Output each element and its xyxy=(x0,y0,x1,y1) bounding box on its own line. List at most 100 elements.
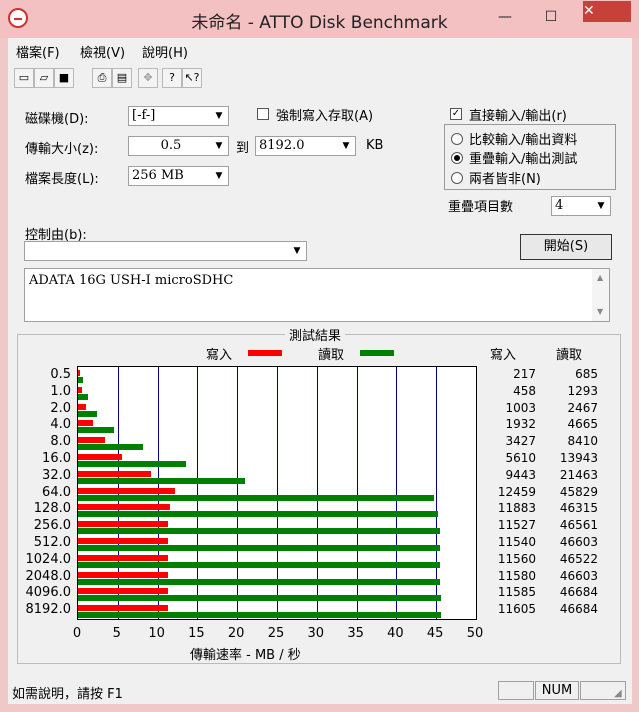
x-axis-label: 傳輸速率 - MB / 秒 xyxy=(190,648,301,663)
chevron-down-icon: ▼ xyxy=(215,141,223,151)
read-bar xyxy=(78,427,115,434)
transfer-to-select[interactable]: 8192.0 ▼ xyxy=(255,136,356,156)
x-tick-label: 25 xyxy=(267,626,285,641)
x-tick-label: 45 xyxy=(426,626,444,641)
x-tick-label: 35 xyxy=(347,626,364,641)
write-value: 11580 xyxy=(497,568,536,583)
transfer-size-label: 傳輸大小(z): xyxy=(25,142,99,157)
context-help-icon[interactable]: ↖? xyxy=(182,68,202,88)
start-button[interactable]: 開始(S) xyxy=(520,234,612,260)
y-tick-label: 16.0 xyxy=(42,451,71,466)
read-value: 46684 xyxy=(559,602,598,617)
x-tick-label: 30 xyxy=(307,626,325,641)
read-value: 8410 xyxy=(567,434,598,449)
read-bar xyxy=(78,494,435,501)
write-value: 217 xyxy=(513,367,536,381)
read-bar xyxy=(78,377,84,383)
read-bar xyxy=(78,444,144,451)
file-length-value: 256 MB xyxy=(132,168,184,183)
y-tick-label: 8.0 xyxy=(50,434,71,450)
write-bar xyxy=(78,554,168,561)
close-button[interactable]: ✕ xyxy=(583,1,631,22)
read-value: 2467 xyxy=(567,400,598,415)
write-bar xyxy=(78,370,80,376)
read-bar xyxy=(78,410,98,417)
read-value: 45829 xyxy=(559,484,598,499)
write-bar xyxy=(78,588,169,595)
unit-label: KB xyxy=(366,138,384,153)
y-tick-label: 512.0 xyxy=(33,535,71,550)
read-bar xyxy=(78,477,245,484)
write-value: 12459 xyxy=(497,484,536,499)
read-bar xyxy=(78,578,441,585)
write-bar xyxy=(78,538,168,544)
read-bar xyxy=(78,595,441,602)
menu-help[interactable]: 說明(H) xyxy=(142,42,188,61)
menu-file[interactable]: 檔案(F) xyxy=(16,42,60,61)
read-value: 13943 xyxy=(559,451,598,465)
y-tick-label: 32.0 xyxy=(42,467,71,483)
resize-grip-icon[interactable]: ◢ xyxy=(614,688,622,699)
write-bar xyxy=(78,420,94,427)
chevron-down-icon: ▼ xyxy=(597,201,605,211)
y-tick-label: 64.0 xyxy=(42,484,71,500)
column-read-header: 讀取 xyxy=(556,348,583,363)
y-tick-label: 1.0 xyxy=(50,383,71,399)
read-bar xyxy=(78,393,89,400)
write-bar xyxy=(78,487,175,494)
chevron-down-icon: ▼ xyxy=(293,246,301,256)
read-value: 1293 xyxy=(567,383,598,398)
write-value: 11527 xyxy=(497,518,536,533)
write-value: 1003 xyxy=(505,400,536,415)
scroll-down-icon[interactable]: ▼ xyxy=(597,307,603,316)
y-tick-label: 4096.0 xyxy=(25,585,72,601)
minimize-button[interactable]: — xyxy=(490,6,520,28)
write-bar xyxy=(78,571,169,578)
y-tick-label: 2.0 xyxy=(50,400,71,416)
radio-compare[interactable] xyxy=(451,133,463,145)
direct-io-label: 直接輸入/輸出(r) xyxy=(469,109,567,124)
radio-neither[interactable] xyxy=(451,172,463,184)
queue-depth-label: 重疊項目數 xyxy=(448,200,514,215)
transfer-from-value: 0.5 xyxy=(160,138,182,153)
description-textarea[interactable]: ADATA 16G USH-I microSDHC xyxy=(24,268,610,322)
legend-write-swatch xyxy=(248,350,282,356)
write-bar xyxy=(78,403,86,410)
force-write-checkbox[interactable] xyxy=(257,108,269,120)
radio-compare-label: 比較輸入/輸出資料 xyxy=(469,133,578,148)
radio-overlap[interactable] xyxy=(451,152,463,164)
write-value: 9443 xyxy=(505,467,536,482)
read-bar xyxy=(78,612,441,619)
print-preview-icon[interactable]: ▤ xyxy=(112,68,132,88)
x-tick-label: 50 xyxy=(466,626,484,641)
write-bar xyxy=(78,437,105,444)
new-icon[interactable]: ▭ xyxy=(14,68,34,88)
open-icon[interactable]: ▱ xyxy=(34,68,54,88)
transfer-to-value: 8192.0 xyxy=(259,138,305,153)
print-icon[interactable]: ⎙ xyxy=(92,68,112,88)
transfer-from-select[interactable]: 0.5 ▼ xyxy=(128,136,229,156)
maximize-button[interactable]: ☐ xyxy=(536,6,566,28)
legend-read-swatch xyxy=(360,350,394,356)
read-bar xyxy=(78,561,440,568)
save-icon[interactable]: ■ xyxy=(54,68,74,88)
file-length-label: 檔案長度(L): xyxy=(25,172,99,187)
status-panel-num: NUM xyxy=(535,681,579,700)
direct-io-checkbox[interactable]: ✓ xyxy=(450,108,462,120)
legend-write-label: 寫入 xyxy=(206,348,233,363)
queue-depth-select[interactable]: 4 ▼ xyxy=(551,196,611,216)
y-tick-label: 4.0 xyxy=(50,417,71,433)
scroll-up-icon[interactable]: ▲ xyxy=(597,273,603,282)
write-bar xyxy=(78,454,122,460)
control-select[interactable]: ▼ xyxy=(24,241,307,261)
write-value: 11560 xyxy=(497,551,536,566)
help-icon[interactable]: ? xyxy=(162,68,182,88)
move-icon[interactable]: ✥ xyxy=(138,68,158,88)
description-scrollbar[interactable]: ▲ ▼ xyxy=(592,269,609,321)
drive-select[interactable]: [-f-] ▼ xyxy=(128,106,229,126)
write-bar xyxy=(78,470,152,477)
menu-view[interactable]: 檢視(V) xyxy=(80,42,125,61)
file-length-select[interactable]: 256 MB ▼ xyxy=(128,166,229,186)
radio-overlap-label: 重疊輸入/輸出測試 xyxy=(469,152,578,167)
write-value: 458 xyxy=(513,383,536,398)
